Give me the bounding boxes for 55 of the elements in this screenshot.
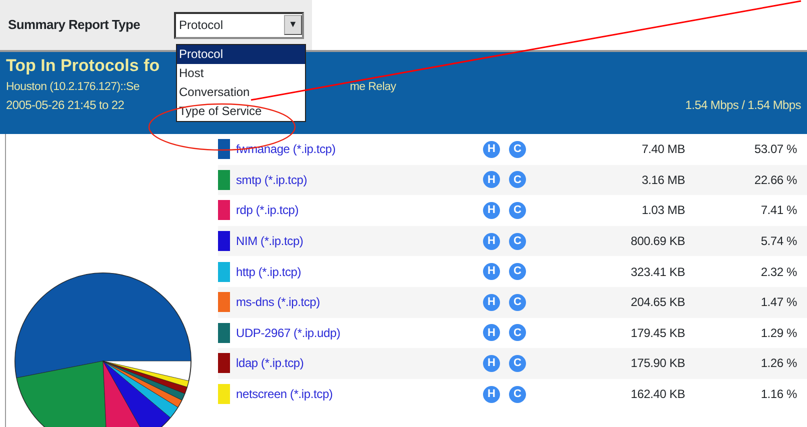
report-title: Top In Protocols fo [6,55,160,77]
percent-value: 7.41 % [760,202,797,220]
dropdown-option[interactable]: Type of Service [177,102,305,121]
report-link-button[interactable]: H [483,386,500,403]
percent-value: 53.07 % [753,141,797,158]
dropdown-option[interactable]: Conversation [177,83,305,102]
bandwidth-rate: 1.54 Mbps / 1.54 Mbps [685,97,801,114]
volume-value: 800.69 KB [630,233,685,250]
report-link-button[interactable]: H [483,294,500,311]
protocol-link[interactable]: ldap (*.ip.tcp) [236,354,483,372]
report-link-button[interactable]: H [483,202,500,219]
report-type-select[interactable]: Protocol ▼ [174,12,304,38]
volume-value: 7.40 MB [640,141,685,158]
report-link-button[interactable]: C [509,324,526,342]
dropdown-option[interactable]: Protocol [177,45,305,64]
report-link-button[interactable]: H [483,324,500,342]
percent-value: 1.47 % [760,294,797,312]
report-link-button[interactable]: C [509,386,526,403]
percent-value: 2.32 % [760,264,797,281]
volume-value: 3.16 MB [640,172,685,189]
dropdown-option[interactable]: Host [177,64,305,83]
report-link-button[interactable]: C [509,202,526,219]
report-type-label: Summary Report Type [8,16,142,34]
date-range: 2005-05-26 21:45 to 22 [6,97,124,114]
protocol-link[interactable]: ms-dns (*.ip.tcp) [236,293,483,312]
percent-value: 22.66 % [753,172,797,189]
report-link-button[interactable]: C [509,140,526,158]
report-subtitle: Houston (10.2.176.127)::Se [6,80,140,95]
percent-value: 1.29 % [760,324,797,342]
protocol-link[interactable]: netscreen (*.ip.tcp) [236,385,483,404]
protocol-link[interactable]: smtp (*.ip.tcp) [236,170,483,189]
protocol-link[interactable]: http (*.ip.tcp) [236,262,483,281]
volume-value: 323.41 KB [630,264,685,281]
report-link-button[interactable]: H [483,232,500,250]
report-link-button[interactable]: C [509,171,526,188]
report-link-button[interactable]: H [483,263,500,280]
report-link-button[interactable]: H [483,171,500,188]
volume-value: 162.40 KB [630,386,685,404]
volume-value: 179.45 KB [630,324,685,342]
report-link-button[interactable]: C [509,263,526,280]
volume-value: 175.90 KB [630,355,685,372]
report-link-button[interactable]: C [509,354,526,372]
report-link-button[interactable]: H [483,140,500,158]
report-link-button[interactable]: C [509,294,526,311]
report-link-button[interactable]: H [483,354,500,372]
protocol-link[interactable]: NIM (*.ip.tcp) [236,232,483,250]
percent-value: 1.16 % [760,386,797,404]
volume-value: 204.65 KB [630,294,685,312]
report-subtitle: me Relay [350,80,396,95]
percent-value: 1.26 % [760,355,797,372]
protocol-link[interactable]: rdp (*.ip.tcp) [236,201,483,220]
volume-value: 1.03 MB [640,202,685,220]
report-link-button[interactable]: C [509,232,526,250]
percent-value: 5.74 % [760,233,797,250]
protocol-link[interactable]: UDP-2967 (*.ip.udp) [236,324,483,342]
